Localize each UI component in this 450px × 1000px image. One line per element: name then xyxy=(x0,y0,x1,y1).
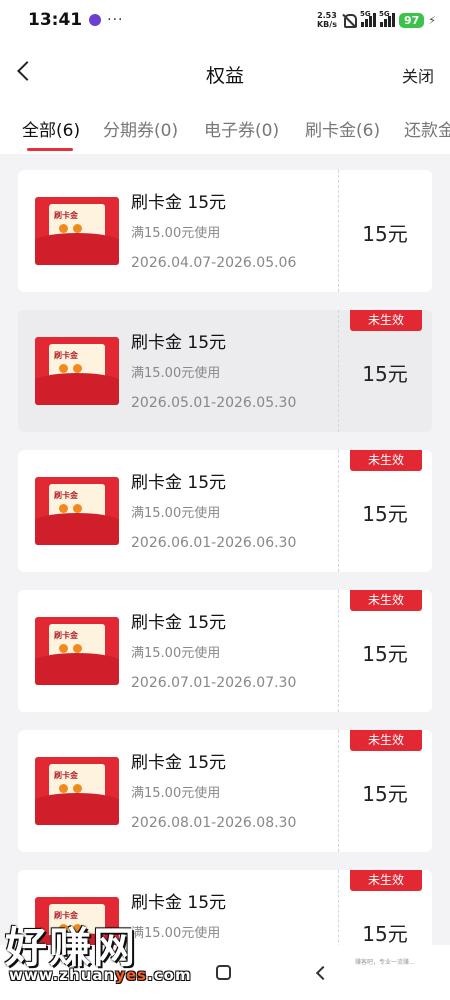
coupon-card[interactable]: 刷卡金 刷卡金 15元 满15.00元使用 2026.08.01-2026.08… xyxy=(18,730,432,852)
signal-icon: 5G xyxy=(359,10,376,27)
status-badge: 未生效 xyxy=(350,730,422,751)
more-notifications-icon: ··· xyxy=(107,12,124,28)
status-badge: 未生效 xyxy=(350,450,422,471)
coupon-condition: 满15.00元使用 xyxy=(131,646,221,661)
coupon-title: 刷卡金 15元 xyxy=(131,473,227,493)
coupon-date-range: 2026.05.01-2026.05.30 xyxy=(131,395,297,411)
tab-e-coupons[interactable]: 电子券(0) xyxy=(204,116,279,141)
coupon-value: 15元 xyxy=(362,642,408,666)
mute-icon xyxy=(341,13,357,28)
coupon-title: 刷卡金 15元 xyxy=(131,333,227,353)
close-button[interactable]: 关闭 xyxy=(402,63,434,87)
coupon-title: 刷卡金 15元 xyxy=(131,753,227,773)
sim2-label: 5G xyxy=(378,10,390,18)
watermark-url-c: .com xyxy=(147,966,192,984)
watermark-url: www.zhuanyes.com xyxy=(9,966,192,984)
coupon-title: 刷卡金 15元 xyxy=(131,893,227,913)
thumb-label: 刷卡金 xyxy=(54,211,78,220)
tab-repayment[interactable]: 还款金 xyxy=(404,116,450,141)
coupon-list: 刷卡金 刷卡金 15元 满15.00元使用 2026.04.07-2026.05… xyxy=(0,155,450,945)
tab-card-cashback[interactable]: 刷卡金(6) xyxy=(305,116,380,141)
coupon-condition: 满15.00元使用 xyxy=(131,366,221,381)
thumb-label: 刷卡金 xyxy=(54,631,78,640)
red-envelope-icon: 刷卡金 xyxy=(35,337,119,405)
status-indicators: 2.53 KB/s 5G 5G 97 ⚡ xyxy=(317,10,436,29)
coupon-card[interactable]: 刷卡金 刷卡金 15元 满15.00元使用 2026.04.07-2026.05… xyxy=(18,170,432,292)
tab-bar: 全部(6) 分期券(0) 电子券(0) 刷卡金(6) 还款金 xyxy=(0,106,450,154)
status-bar: 13:41 ··· 2.53 KB/s 5G 5G 97 ⚡ xyxy=(0,0,450,40)
thumb-label: 刷卡金 xyxy=(54,351,78,360)
coupon-value: 15元 xyxy=(362,502,408,526)
coupon-date-range: 2026.08.01-2026.08.30 xyxy=(131,815,297,831)
charging-icon: ⚡ xyxy=(428,13,436,27)
coupon-condition: 满15.00元使用 xyxy=(131,226,221,241)
signal-icon-2: 5G xyxy=(378,10,395,27)
sim1-label: 5G xyxy=(359,10,371,18)
coupon-title: 刷卡金 15元 xyxy=(131,193,227,213)
coupon-value: 15元 xyxy=(362,222,408,246)
watermark-small-text: 赚客吧，专业一流赚... xyxy=(355,959,415,966)
thumb-label: 刷卡金 xyxy=(54,771,78,780)
coupon-card[interactable]: 刷卡金 刷卡金 15元 满15.00元使用 2026.07.01-2026.07… xyxy=(18,590,432,712)
coupon-condition: 满15.00元使用 xyxy=(131,786,221,801)
network-speed-unit: KB/s xyxy=(316,20,337,29)
active-tab-indicator xyxy=(27,148,73,151)
coupon-value: 15元 xyxy=(362,362,408,386)
watermark-url-a: www.zhuan xyxy=(9,966,116,984)
status-badge: 未生效 xyxy=(350,590,422,611)
red-envelope-icon: 刷卡金 xyxy=(35,477,119,545)
coupon-condition: 满15.00元使用 xyxy=(131,926,221,941)
thumb-label: 刷卡金 xyxy=(54,491,78,500)
red-envelope-icon: 刷卡金 xyxy=(35,197,119,265)
coupon-value: 15元 xyxy=(362,782,408,806)
coupon-date-range: 2026.07.01-2026.07.30 xyxy=(131,675,297,691)
network-speed-value: 2.53 xyxy=(317,11,337,20)
coupon-condition: 满15.00元使用 xyxy=(131,506,221,521)
app-notification-icon xyxy=(89,14,102,26)
red-envelope-icon: 刷卡金 xyxy=(35,617,119,685)
watermark-url-b: yes xyxy=(115,966,148,984)
coupon-value: 15元 xyxy=(362,922,408,945)
tab-installment-coupons[interactable]: 分期券(0) xyxy=(103,116,178,141)
coupon-card[interactable]: 刷卡金 刷卡金 15元 满15.00元使用 2026.06.01-2026.06… xyxy=(18,450,432,572)
status-time: 13:41 xyxy=(28,10,83,30)
page-title: 权益 xyxy=(205,65,244,87)
coupon-title: 刷卡金 15元 xyxy=(131,613,227,633)
header: 权益 关闭 xyxy=(0,40,450,106)
nav-back-icon[interactable] xyxy=(315,965,331,981)
network-speed: 2.53 KB/s xyxy=(317,11,337,29)
status-badge: 未生效 xyxy=(350,310,422,331)
coupon-date-range: 2026.06.01-2026.06.30 xyxy=(131,535,297,551)
coupon-date-range: 2026.04.07-2026.05.06 xyxy=(131,255,297,271)
battery-icon: 97 xyxy=(398,12,425,28)
coupon-card[interactable]: 刷卡金 刷卡金 15元 满15.00元使用 2026.05.01-2026.05… xyxy=(18,310,432,432)
red-envelope-icon: 刷卡金 xyxy=(35,757,119,825)
home-button-icon[interactable] xyxy=(216,965,231,980)
tab-all[interactable]: 全部(6) xyxy=(22,116,80,141)
status-badge: 未生效 xyxy=(350,870,422,891)
